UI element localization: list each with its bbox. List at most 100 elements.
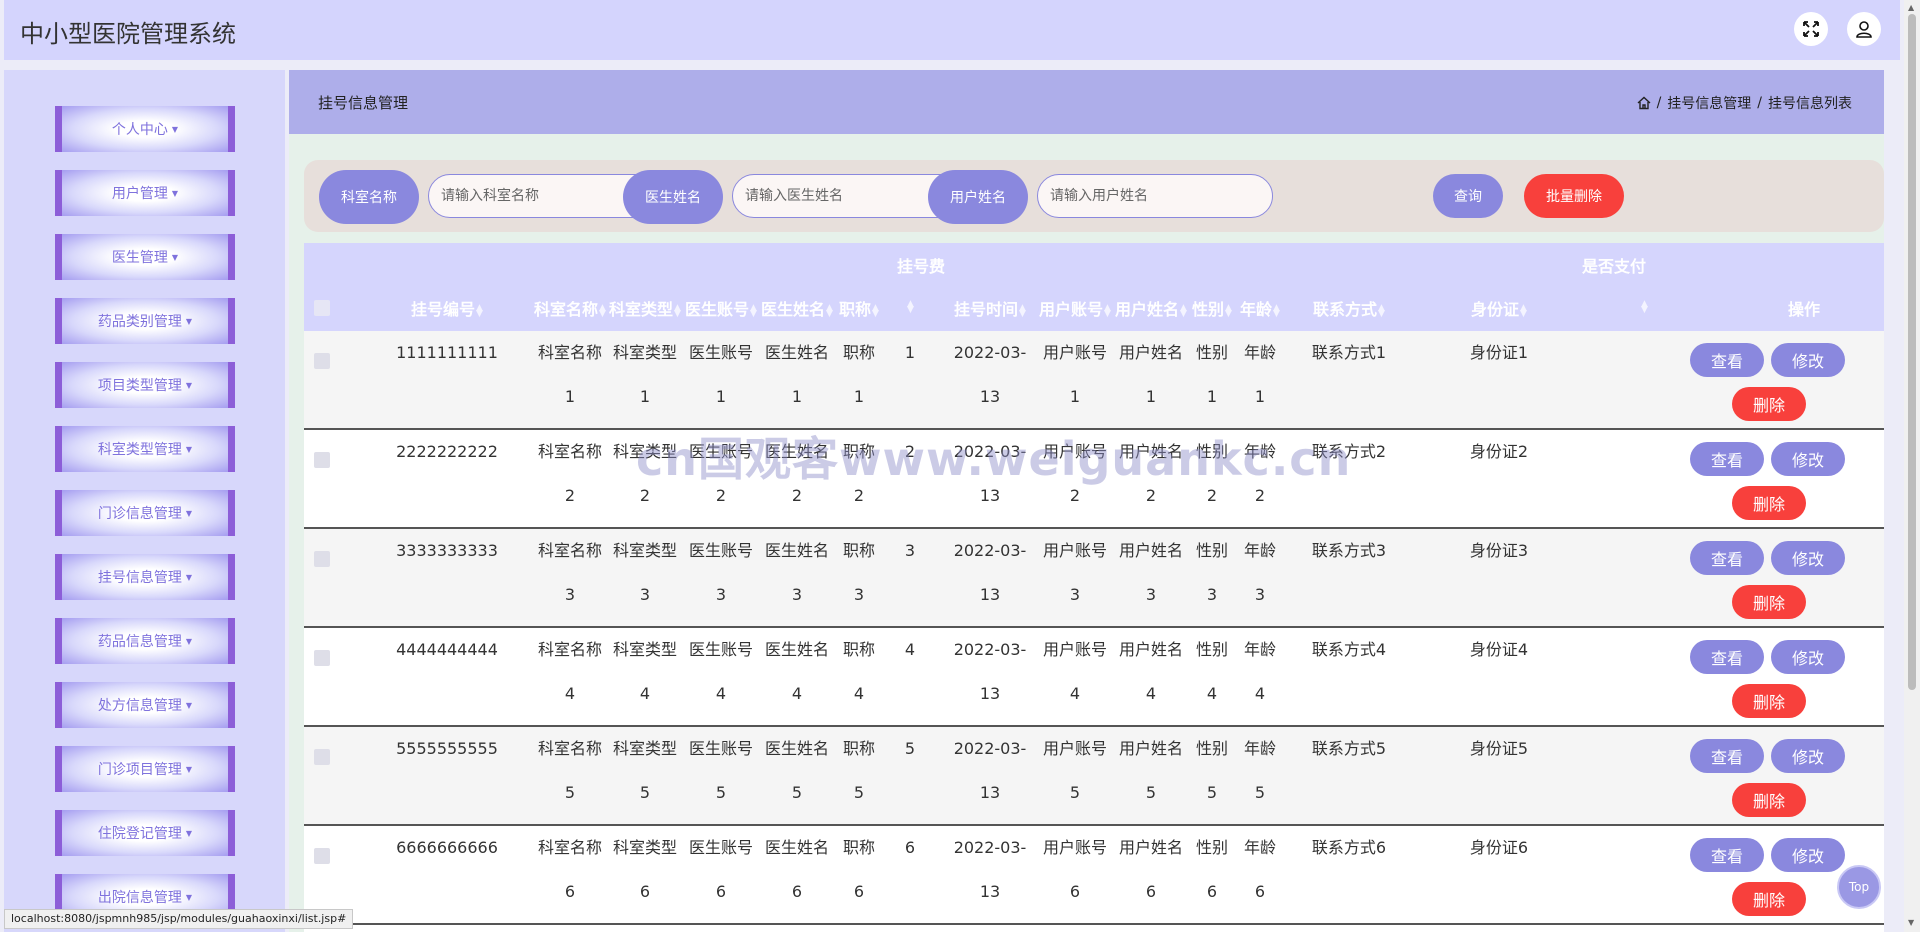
- column-header-reg-no[interactable]: 挂号编号▲ ▼: [382, 296, 512, 320]
- sidebar-item[interactable]: 科室类型管理 ▼: [55, 426, 235, 472]
- sidebar-item[interactable]: 医生管理 ▼: [55, 234, 235, 280]
- edit-button[interactable]: 修改: [1771, 442, 1845, 476]
- edit-button[interactable]: 修改: [1771, 541, 1845, 575]
- sort-icon[interactable]: ▲ ▼: [1019, 303, 1026, 318]
- row-checkbox[interactable]: [314, 650, 330, 666]
- cell-line: 性别: [1195, 541, 1228, 560]
- column-header-gender[interactable]: 性别▲ ▼: [1190, 296, 1234, 320]
- caret-down-icon: ▼: [171, 124, 179, 134]
- sort-icon[interactable]: ▲ ▼: [907, 299, 914, 314]
- select-all-checkbox[interactable]: [314, 300, 330, 316]
- table-row: 6666666666 科室名称 6 科室类型 6 医生账号 6 医生姓名 6 职称 6 6 2022-0…: [304, 826, 1884, 925]
- query-button[interactable]: 查询: [1433, 174, 1503, 218]
- cell-line: 5: [791, 783, 803, 802]
- sidebar-item-label: 医生管理: [111, 250, 168, 266]
- sort-icon[interactable]: ▲ ▼: [1225, 303, 1232, 318]
- sort-icon[interactable]: ▲ ▼: [1641, 299, 1648, 314]
- column-header-dept-name[interactable]: 科室名称▲ ▼: [534, 296, 606, 320]
- sidebar-item[interactable]: 药品类别管理 ▼: [55, 298, 235, 344]
- scroll-down-arrow-icon[interactable]: ▼: [1908, 918, 1914, 927]
- sidebar-item-label: 科室类型管理: [97, 442, 182, 458]
- view-button[interactable]: 查看: [1690, 739, 1764, 773]
- breadcrumb-item[interactable]: 挂号信息管理: [1667, 93, 1751, 113]
- edit-button[interactable]: 修改: [1771, 343, 1845, 377]
- breadcrumb-bar: 挂号信息管理 / 挂号信息管理 / 挂号信息列表: [289, 70, 1884, 134]
- caret-down-icon: ▼: [171, 252, 179, 262]
- column-header-contact[interactable]: 联系方式▲ ▼: [1294, 296, 1404, 320]
- edit-button[interactable]: 修改: [1771, 739, 1845, 773]
- sidebar-item-label: 药品信息管理: [97, 634, 182, 650]
- sidebar-item[interactable]: 个人中心 ▼: [55, 106, 235, 152]
- column-header-paid[interactable]: ▲ ▼: [1554, 296, 1734, 315]
- sort-icon[interactable]: ▲ ▼: [826, 303, 833, 318]
- sort-icon[interactable]: ▲ ▼: [750, 303, 757, 318]
- sort-icon[interactable]: ▲ ▼: [674, 303, 681, 318]
- sidebar-item[interactable]: 门诊项目管理 ▼: [55, 746, 235, 792]
- delete-button[interactable]: 删除: [1732, 585, 1806, 619]
- row-checkbox[interactable]: [314, 749, 330, 765]
- delete-button[interactable]: 删除: [1732, 882, 1806, 916]
- user-menu-button[interactable]: [1847, 12, 1881, 46]
- edit-button[interactable]: 修改: [1771, 640, 1845, 674]
- cell-line: 5: [1069, 783, 1081, 802]
- column-header-id-card[interactable]: 身份证▲ ▼: [1444, 296, 1554, 320]
- edit-button[interactable]: 修改: [1771, 838, 1845, 872]
- column-header-age[interactable]: 年龄▲ ▼: [1238, 296, 1282, 320]
- sort-icon[interactable]: ▲ ▼: [1520, 303, 1527, 318]
- sort-icon[interactable]: ▲ ▼: [1180, 303, 1187, 318]
- view-button[interactable]: 查看: [1690, 640, 1764, 674]
- cell-gender: 性别 3: [1190, 529, 1234, 617]
- column-header-fee[interactable]: ▲ ▼: [888, 296, 932, 315]
- delete-button[interactable]: 删除: [1732, 387, 1806, 421]
- sidebar-item[interactable]: 门诊信息管理 ▼: [55, 490, 235, 536]
- cell-line: 4444444444: [396, 640, 498, 659]
- sidebar-item[interactable]: 用户管理 ▼: [55, 170, 235, 216]
- column-header-label: 年龄: [1240, 300, 1273, 319]
- sort-icon[interactable]: ▲ ▼: [1104, 303, 1111, 318]
- view-button[interactable]: 查看: [1690, 343, 1764, 377]
- delete-button[interactable]: 删除: [1732, 783, 1806, 817]
- user-name-input[interactable]: [1037, 174, 1273, 218]
- sort-icon[interactable]: ▲ ▼: [476, 303, 483, 318]
- back-to-top-button[interactable]: Top: [1837, 865, 1881, 909]
- cell-id-card: 身份证1: [1444, 331, 1554, 375]
- sidebar-item[interactable]: 挂号信息管理 ▼: [55, 554, 235, 600]
- column-header-user-name[interactable]: 用户姓名▲ ▼: [1115, 296, 1187, 320]
- sort-icon[interactable]: ▲ ▼: [1378, 303, 1385, 318]
- sort-icon[interactable]: ▲ ▼: [599, 303, 606, 318]
- sidebar-item[interactable]: 药品信息管理 ▼: [55, 618, 235, 664]
- sort-icon[interactable]: ▲ ▼: [872, 303, 879, 318]
- column-header-doctor-name[interactable]: 医生姓名▲ ▼: [761, 296, 833, 320]
- view-button[interactable]: 查看: [1690, 442, 1764, 476]
- column-header-user-account[interactable]: 用户账号▲ ▼: [1039, 296, 1111, 320]
- scroll-thumb[interactable]: [1908, 14, 1916, 690]
- home-icon[interactable]: [1637, 96, 1651, 110]
- view-button[interactable]: 查看: [1690, 541, 1764, 575]
- cell-line: 4: [715, 684, 727, 703]
- cell-line: 3: [1069, 585, 1081, 604]
- view-button[interactable]: 查看: [1690, 838, 1764, 872]
- row-checkbox[interactable]: [314, 551, 330, 567]
- row-checkbox[interactable]: [314, 848, 330, 864]
- column-header-dept-type[interactable]: 科室类型▲ ▼: [609, 296, 681, 320]
- delete-button[interactable]: 删除: [1732, 486, 1806, 520]
- sidebar-item[interactable]: 住院登记管理 ▼: [55, 810, 235, 856]
- batch-delete-button[interactable]: 批量删除: [1524, 174, 1624, 218]
- column-header-label: 用户账号: [1039, 300, 1104, 319]
- column-header-label: 医生账号: [685, 300, 750, 319]
- caret-down-icon: ▼: [185, 380, 193, 390]
- sidebar-item[interactable]: 处方信息管理 ▼: [55, 682, 235, 728]
- fullscreen-button[interactable]: [1794, 12, 1828, 46]
- sort-icon[interactable]: ▲ ▼: [1273, 303, 1280, 318]
- page-scrollbar[interactable]: ▲ ▼: [1904, 0, 1920, 932]
- registration-table: 挂号费 是否支付 挂号编号▲ ▼ 科室名称▲ ▼ 科室类型▲ ▼ 医生账号▲ ▼ 医生姓名▲ ▼ 职…: [304, 243, 1884, 932]
- cell-title: 职称 3: [837, 529, 881, 617]
- delete-button[interactable]: 删除: [1732, 684, 1806, 718]
- column-header-title[interactable]: 职称▲ ▼: [837, 296, 881, 320]
- column-header-reg-time[interactable]: 挂号时间▲ ▼: [946, 296, 1034, 320]
- scroll-up-arrow-icon[interactable]: ▲: [1908, 3, 1914, 12]
- sidebar-item[interactable]: 项目类型管理 ▼: [55, 362, 235, 408]
- row-checkbox[interactable]: [314, 452, 330, 468]
- column-header-doctor-account[interactable]: 医生账号▲ ▼: [685, 296, 757, 320]
- row-checkbox[interactable]: [314, 353, 330, 369]
